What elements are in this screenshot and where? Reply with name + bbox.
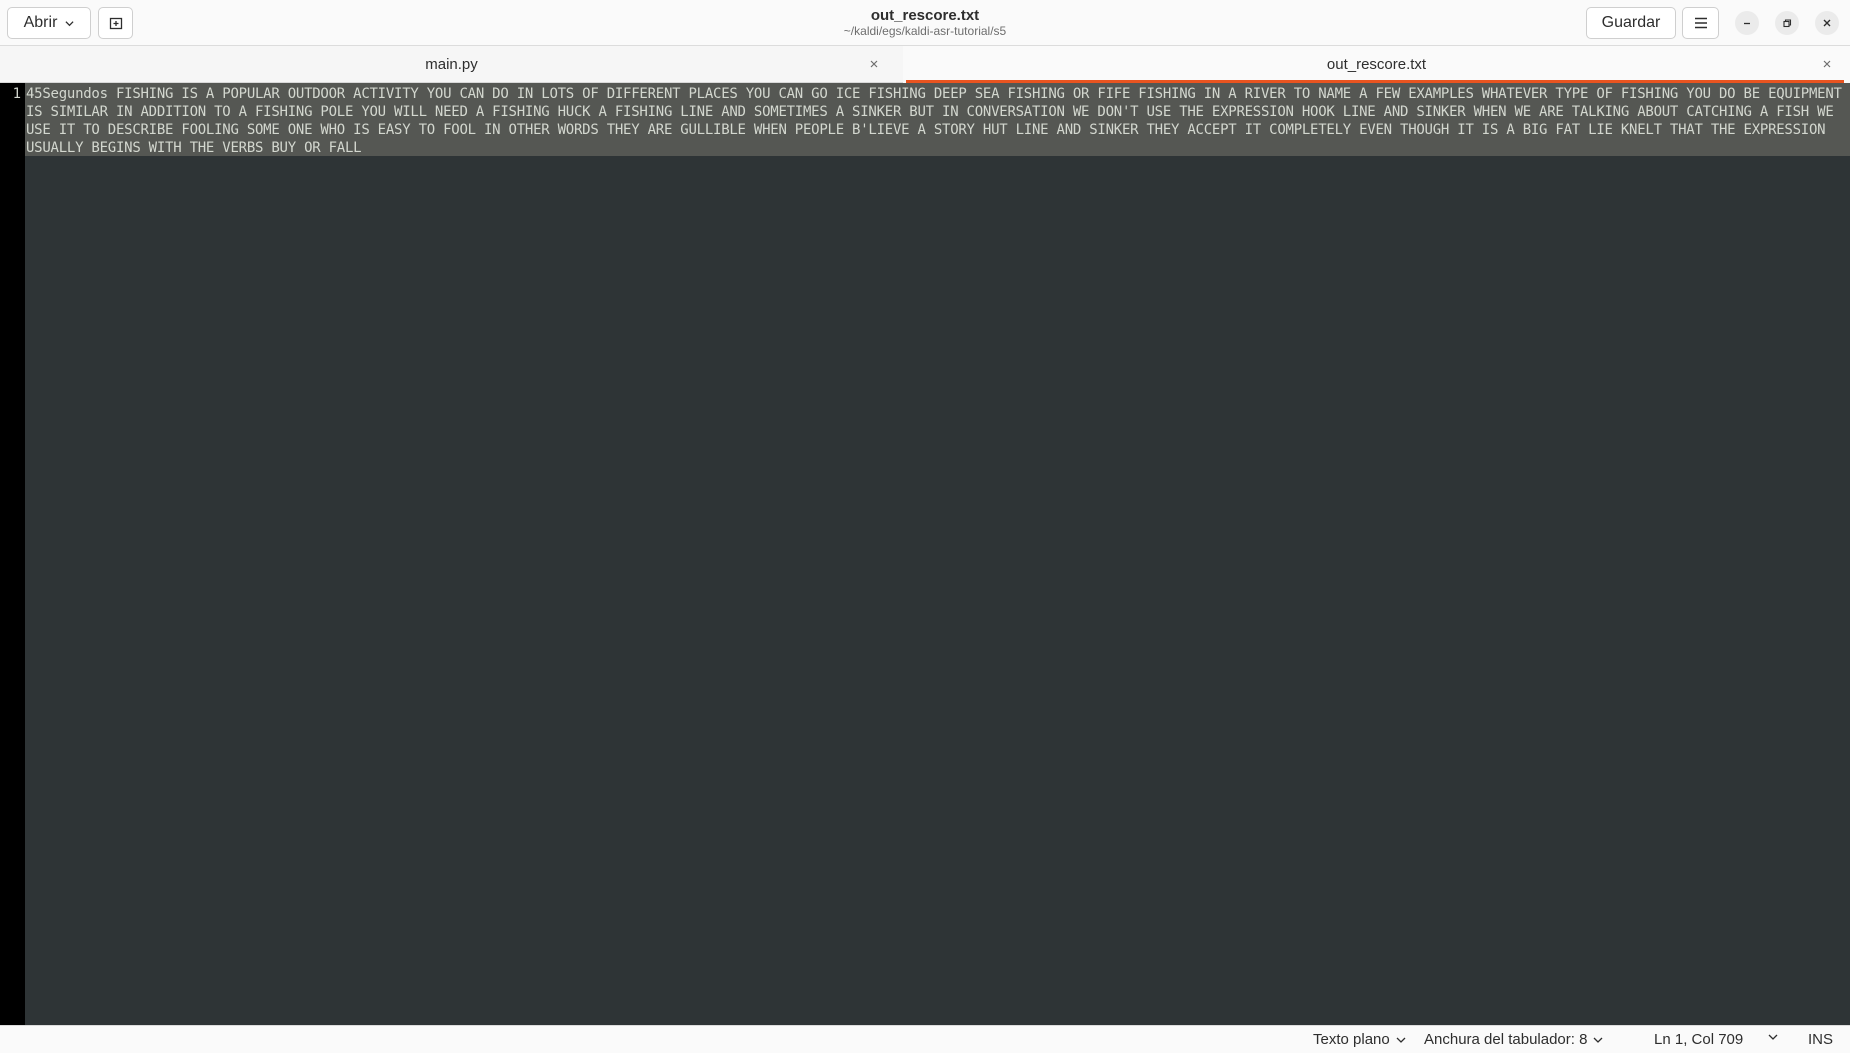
chevron-down-icon [1593,1037,1603,1043]
language-label: Texto plano [1313,1031,1390,1048]
cursor-position[interactable]: Ln 1, Col 709 [1654,1031,1743,1048]
open-button-label: Abrir [23,14,58,31]
status-bar: Texto plano Anchura del tabulador: 8 Ln … [0,1025,1850,1053]
window-title: out_rescore.txt ~/kaldi/egs/kaldi-asr-tu… [725,7,1125,39]
cursor-position-menu[interactable] [1768,1032,1778,1042]
line-number: 1 [12,86,21,102]
tab-main-py[interactable]: main.py [0,46,903,83]
line-number-gutter: 1 [0,83,25,1025]
tab-out-rescore-txt[interactable]: out_rescore.txt [903,46,1850,83]
chevron-down-icon [65,20,74,26]
tab-close-button[interactable] [866,56,882,72]
minimize-icon [1744,22,1750,25]
tab-label: main.py [425,56,478,73]
tab-bar: main.py out_rescore.txt [0,46,1850,83]
document-title: out_rescore.txt [870,7,980,24]
hamburger-menu-icon [1694,17,1707,29]
restore-button[interactable] [1775,11,1799,35]
language-selector[interactable]: Texto plano [1313,1031,1406,1048]
close-icon [1823,60,1831,68]
chevron-down-icon [1768,1034,1778,1040]
restore-icon [1783,19,1792,28]
new-document-icon [109,17,122,30]
menu-button[interactable] [1682,7,1719,39]
minimize-button[interactable] [1735,11,1759,35]
text-editor[interactable]: 1 45Segundos FISHING IS A POPULAR OUTDOO… [0,83,1850,1025]
insert-mode-label: INS [1808,1031,1834,1048]
new-tab-button[interactable] [98,7,133,39]
save-button[interactable]: Guardar [1586,7,1676,39]
close-window-button[interactable] [1815,11,1839,35]
close-icon [870,60,878,68]
tab-label: out_rescore.txt [1326,56,1427,73]
close-icon [1823,19,1831,27]
tab-width-label: Anchura del tabulador: 8 [1424,1031,1588,1048]
open-button[interactable]: Abrir [7,7,91,39]
editor-content[interactable]: 45Segundos FISHING IS A POPULAR OUTDOOR … [26,85,1846,157]
document-path: ~/kaldi/egs/kaldi-asr-tutorial/s5 [843,24,1007,38]
chevron-down-icon [1396,1037,1406,1043]
cursor-position-label: Ln 1, Col 709 [1654,1031,1744,1048]
tab-width-selector[interactable]: Anchura del tabulador: 8 [1424,1031,1603,1048]
tab-close-button[interactable] [1819,56,1835,72]
insert-mode-indicator[interactable]: INS [1808,1031,1833,1048]
header-bar: Abrir out_rescore.txt ~/kaldi/egs/kaldi-… [0,0,1850,46]
